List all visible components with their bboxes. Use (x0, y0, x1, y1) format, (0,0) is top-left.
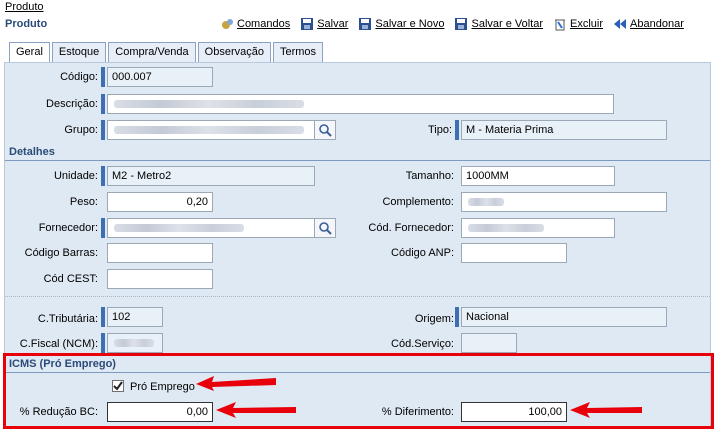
cod-fornecedor-field[interactable] (461, 218, 615, 238)
arrow-icon (216, 402, 296, 418)
peso-label: Peso: (69, 196, 98, 208)
origem-field[interactable]: Nacional (461, 307, 667, 327)
fornecedor-field[interactable] (107, 218, 315, 238)
save-and-new-button[interactable]: Salvar e Novo (358, 17, 444, 31)
required-marker (101, 120, 105, 140)
rewind-icon (613, 17, 627, 31)
trash-icon (553, 17, 567, 31)
save-icon (300, 17, 314, 31)
complemento-label: Complemento: (382, 196, 454, 208)
required-marker (101, 67, 105, 87)
tab-estoque[interactable]: Estoque (51, 42, 107, 62)
cod-fornecedor-label: Cód. Fornecedor: (368, 222, 454, 234)
descricao-field[interactable] (107, 94, 614, 114)
c-tributaria-label: C.Tributária: (37, 313, 98, 325)
cod-cest-label: Cód CEST: (43, 273, 98, 285)
save-label: Salvar (317, 18, 349, 30)
origem-label: Origem: (414, 313, 454, 325)
codigo-field[interactable]: 000.007 (107, 67, 213, 87)
comandos-label: Comandos (237, 18, 291, 30)
required-marker (101, 94, 105, 114)
codigo-label: Código: (60, 71, 98, 83)
redacted-text (114, 224, 244, 232)
save-and-back-button[interactable]: Salvar e Voltar (454, 17, 543, 31)
save-and-back-label: Salvar e Voltar (471, 18, 544, 30)
search-icon (319, 124, 332, 137)
page-title: Produto (5, 18, 48, 30)
required-marker (455, 307, 459, 327)
unidade-field[interactable]: M2 - Metro2 (107, 166, 315, 186)
redacted-text (468, 198, 504, 206)
peso-field[interactable]: 0,20 (107, 192, 213, 212)
grupo-lookup-button[interactable] (314, 120, 336, 140)
tab-compra-venda[interactable]: Compra/Venda (108, 42, 196, 62)
save-new-icon (358, 17, 372, 31)
codigo-barras-field[interactable] (107, 243, 213, 263)
toolbar: Comandos Salvar Salvar e Novo Salvar e V… (210, 17, 684, 31)
arrow-icon (570, 402, 642, 418)
codigo-anp-label: Código ANP: (391, 247, 454, 259)
fornecedor-label: Fornecedor: (38, 222, 98, 234)
search-icon (319, 222, 332, 235)
detalhes-section-title: Detalhes (5, 145, 710, 161)
comandos-button[interactable]: Comandos (220, 17, 290, 31)
descricao-label: Descrição: (46, 98, 98, 110)
delete-button[interactable]: Excluir (553, 17, 603, 31)
c-tributaria-field[interactable]: 102 (107, 307, 163, 327)
redacted-text (114, 126, 304, 134)
tab-termos[interactable]: Termos (272, 42, 324, 62)
required-marker (101, 307, 105, 327)
codigo-anp-field[interactable] (461, 243, 567, 263)
tipo-field[interactable]: M - Materia Prima (461, 120, 667, 140)
redacted-text (468, 224, 544, 232)
divider (5, 296, 710, 297)
unidade-label: Unidade: (53, 170, 98, 182)
save-and-new-label: Salvar e Novo (375, 18, 445, 30)
grupo-label: Grupo: (64, 124, 98, 136)
breadcrumb-link[interactable]: Produto (5, 1, 44, 13)
tamanho-field[interactable]: 1000MM (461, 166, 615, 186)
gear-icon (220, 17, 234, 31)
cod-servico-field[interactable] (461, 333, 517, 353)
redacted-text (114, 339, 154, 347)
redacted-text (114, 100, 304, 108)
save-back-icon (454, 17, 468, 31)
codigo-barras-label: Código Barras: (24, 247, 98, 259)
tipo-label: Tipo: (427, 124, 452, 136)
abandon-button[interactable]: Abandonar (613, 17, 684, 31)
save-button[interactable]: Salvar (300, 17, 348, 31)
fornecedor-lookup-button[interactable] (314, 218, 336, 238)
tab-strip: Geral Estoque Compra/Venda Observação Te… (9, 42, 325, 63)
delete-label: Excluir (570, 18, 604, 30)
tab-geral[interactable]: Geral (9, 42, 50, 63)
required-marker (101, 333, 105, 353)
required-marker (101, 166, 105, 186)
required-marker (455, 120, 459, 140)
grupo-field[interactable] (107, 120, 315, 140)
tab-observacao[interactable]: Observação (197, 42, 271, 62)
arrow-icon (196, 376, 276, 391)
abandon-label: Abandonar (630, 18, 684, 30)
c-fiscal-label: C.Fiscal (NCM): (19, 338, 98, 350)
complemento-field[interactable] (461, 192, 667, 212)
c-fiscal-field[interactable] (107, 333, 163, 353)
cod-servico-label: Cód.Serviço: (391, 338, 454, 350)
required-marker (101, 218, 105, 238)
cod-cest-field[interactable] (107, 269, 213, 289)
tamanho-label: Tamanho: (405, 170, 454, 182)
